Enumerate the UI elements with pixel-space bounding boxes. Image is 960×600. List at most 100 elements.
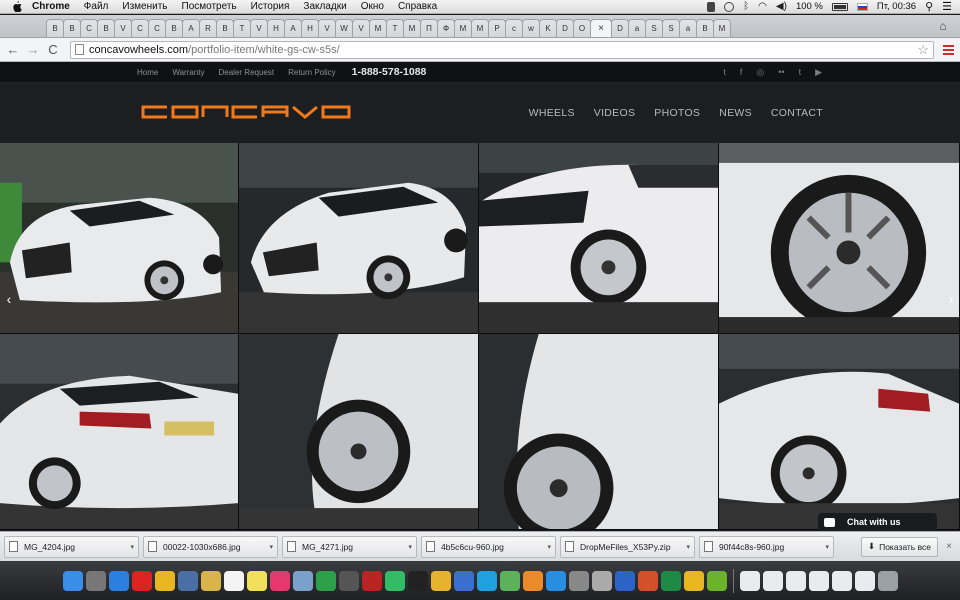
download-item[interactable]: 4b5c6cu-960.jpg ▾ — [421, 535, 556, 558]
opera-icon[interactable] — [131, 570, 152, 591]
photo-booth-icon[interactable] — [361, 570, 382, 591]
menu-file[interactable]: Файл — [84, 1, 109, 12]
tab[interactable]: T — [233, 19, 251, 37]
tab[interactable]: V — [352, 19, 370, 37]
nav-wheels[interactable]: WHEELS — [529, 107, 575, 119]
menu-history[interactable]: История — [251, 1, 290, 12]
tab[interactable]: T — [386, 19, 404, 37]
show-all-downloads-button[interactable]: ⬇ Показать все — [860, 536, 938, 557]
download-item[interactable]: MG_4204.jpg ▾ — [4, 535, 139, 558]
menubar-clock[interactable]: Пт, 00:36 — [877, 1, 916, 12]
tab[interactable]: M — [403, 19, 421, 37]
tab[interactable]: B — [165, 19, 183, 37]
nav-photos[interactable]: PHOTOS — [654, 107, 700, 119]
menu-view[interactable]: Посмотреть — [182, 1, 237, 12]
word-icon[interactable] — [614, 570, 635, 591]
chrome-menu-button[interactable] — [940, 42, 956, 58]
instagram-icon[interactable]: ◎ — [756, 67, 764, 78]
menu-app-name[interactable]: Chrome — [32, 1, 70, 12]
time-machine-icon[interactable] — [724, 1, 735, 12]
notification-icon[interactable] — [707, 1, 716, 12]
utility-icon[interactable] — [591, 570, 612, 591]
skype-icon[interactable] — [476, 570, 497, 591]
tab[interactable]: M — [454, 19, 472, 37]
chat-widget[interactable]: Chat with us — [818, 513, 937, 531]
finder-icon[interactable] — [62, 570, 83, 591]
sketch-icon[interactable] — [430, 570, 451, 591]
tab-active[interactable]: × — [590, 19, 612, 37]
gallery-photo[interactable] — [0, 143, 239, 334]
tab[interactable]: c — [505, 19, 523, 37]
tab[interactable]: A — [284, 19, 302, 37]
download-item[interactable]: 00022-1030x686.jpg ▾ — [143, 535, 278, 558]
tab[interactable]: P — [488, 19, 506, 37]
tab[interactable]: a — [628, 19, 646, 37]
youtube-icon[interactable]: ▶ — [815, 67, 822, 78]
gallery-photo[interactable] — [239, 334, 479, 530]
menu-window[interactable]: Окно — [361, 1, 384, 12]
concavo-logo[interactable] — [141, 105, 355, 119]
gallery-photo[interactable] — [479, 143, 719, 334]
tab[interactable]: O — [573, 19, 591, 37]
document-icon[interactable] — [762, 570, 783, 591]
activity-icon[interactable] — [407, 570, 428, 591]
tab[interactable]: W — [335, 19, 353, 37]
preview-2-icon[interactable] — [384, 570, 405, 591]
tab[interactable]: C — [80, 19, 98, 37]
tab[interactable]: A — [182, 19, 200, 37]
torrent-icon[interactable] — [706, 570, 727, 591]
phone-number[interactable]: 1-888-578-1088 — [352, 66, 427, 78]
download-menu-caret-icon[interactable]: ▾ — [269, 543, 273, 551]
gallery-next-button[interactable]: › — [944, 289, 958, 309]
calendar-icon[interactable] — [223, 570, 244, 591]
tab[interactable]: Ф — [437, 19, 455, 37]
tab[interactable]: П — [420, 19, 438, 37]
itunes-icon[interactable] — [269, 570, 290, 591]
tab[interactable]: D — [611, 19, 629, 37]
safari-icon[interactable] — [108, 570, 129, 591]
menu-help[interactable]: Справка — [398, 1, 437, 12]
input-source-flag-icon[interactable] — [856, 2, 868, 11]
tab[interactable]: R — [199, 19, 217, 37]
tab[interactable]: B — [46, 19, 64, 37]
tab[interactable]: C — [148, 19, 166, 37]
gallery-photo[interactable] — [719, 334, 960, 530]
tab[interactable]: B — [696, 19, 714, 37]
download-item[interactable]: 90f44c8s-960.jpg ▾ — [699, 535, 834, 558]
notes-icon[interactable] — [200, 570, 221, 591]
download-item[interactable]: MG_4271.jpg ▾ — [282, 535, 417, 558]
forward-button[interactable]: → — [24, 41, 42, 59]
facebook-icon[interactable]: f — [740, 67, 743, 78]
volume-icon[interactable]: ◀) — [776, 1, 787, 12]
tab[interactable]: D — [556, 19, 574, 37]
download-menu-caret-icon[interactable]: ▾ — [825, 543, 829, 551]
reload-button[interactable]: C — [44, 41, 62, 59]
toplink-home[interactable]: Home — [137, 68, 158, 77]
bookmark-star-icon[interactable]: ☆ — [917, 42, 929, 58]
powerpoint-icon[interactable] — [637, 570, 658, 591]
tab[interactable]: M — [369, 19, 387, 37]
launchpad-icon[interactable] — [85, 570, 106, 591]
close-download-shelf-icon[interactable]: × — [946, 541, 952, 552]
twitter-icon[interactable]: t — [723, 67, 726, 78]
toplink-dealer-request[interactable]: Dealer Request — [219, 68, 275, 77]
tab[interactable]: V — [114, 19, 132, 37]
gallery-photo[interactable] — [479, 334, 719, 530]
toplink-warranty[interactable]: Warranty — [172, 68, 204, 77]
tab[interactable]: H — [267, 19, 285, 37]
books-icon[interactable] — [522, 570, 543, 591]
notification-center-icon[interactable]: ☰ — [942, 0, 952, 13]
document-icon[interactable] — [739, 570, 760, 591]
excel-icon[interactable] — [660, 570, 681, 591]
battery-icon[interactable] — [831, 2, 848, 11]
photos-icon[interactable] — [292, 570, 313, 591]
nav-videos[interactable]: VIDEOS — [594, 107, 635, 119]
maps-icon[interactable] — [499, 570, 520, 591]
gallery-photo[interactable] — [239, 143, 479, 334]
tab[interactable]: a — [679, 19, 697, 37]
document-icon[interactable] — [785, 570, 806, 591]
download-menu-caret-icon[interactable]: ▾ — [408, 543, 412, 551]
document-icon[interactable] — [831, 570, 852, 591]
download-menu-caret-icon[interactable]: ▾ — [686, 543, 690, 551]
download-menu-caret-icon[interactable]: ▾ — [547, 543, 551, 551]
